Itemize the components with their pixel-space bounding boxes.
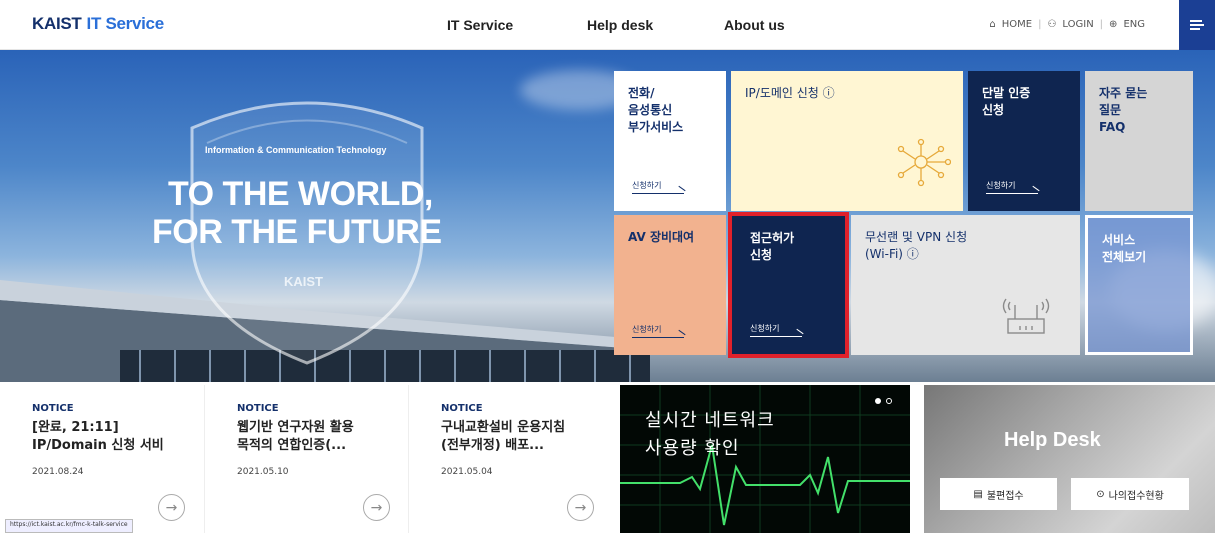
logo-kaist: KAIST <box>32 14 82 33</box>
notice-label: NOTICE <box>441 403 483 414</box>
notice-date: 2021.08.24 <box>32 467 84 477</box>
tile-wlan-vpn[interactable]: 무선랜 및 VPN 신청 (Wi-Fi) ⓘ <box>851 215 1080 355</box>
shield-kaist-mark: KAIST <box>284 274 323 289</box>
check-circle-icon: ⊙ <box>1096 488 1105 500</box>
notice-label: NOTICE <box>237 403 279 414</box>
report-issue-button[interactable]: ▤ 불편접수 <box>940 478 1057 510</box>
document-icon: ▤ <box>973 488 983 500</box>
apply-link[interactable]: 신청하기 <box>750 323 804 335</box>
apply-link[interactable]: 신청하기 <box>632 324 686 336</box>
help-desk-title: Help Desk <box>1004 429 1101 451</box>
logo-it-service: IT Service <box>86 14 165 33</box>
arrow-right-icon[interactable]: → <box>363 494 390 521</box>
notice-date: 2021.05.04 <box>441 467 493 477</box>
tile-title: 접근허가 신청 <box>750 231 795 262</box>
home-link[interactable]: HOME <box>1002 19 1032 30</box>
arrow-right-icon[interactable]: → <box>567 494 594 521</box>
help-desk-banner: Help Desk ▤ 불편접수 ⊙ 나의접수현황 <box>924 385 1215 533</box>
hero-headline-line1: TO THE WORLD, <box>168 175 433 213</box>
tile-ip-domain[interactable]: IP/도메인 신청 ⓘ <box>731 71 963 211</box>
arrow-right-icon[interactable]: → <box>158 494 185 521</box>
notice-label: NOTICE <box>32 403 74 414</box>
tile-av-rental[interactable]: AV 장비대여 신청하기 <box>614 215 726 355</box>
tile-title: 무선랜 및 VPN 신청 (Wi-Fi) ⓘ <box>865 230 968 261</box>
home-icon: ⌂ <box>989 19 996 30</box>
notice-card[interactable]: NOTICE 웹기반 연구자원 활용 목적의 연합인증(... 2021.05.… <box>204 385 407 533</box>
network-title: 실시간 네트워크 사용량 확인 <box>645 410 775 459</box>
user-icon: ⚇ <box>1047 19 1057 30</box>
notice-title: 웹기반 연구자원 활용 목적의 연합인증(... <box>237 420 354 453</box>
notice-card[interactable]: NOTICE 구내교환설비 운용지침 (전부개정) 배포... 2021.05.… <box>408 385 611 533</box>
tile-faq[interactable]: 자주 묻는 질문 FAQ <box>1085 71 1193 211</box>
divider: | <box>1038 19 1042 30</box>
tile-title: 단말 인증 신청 <box>982 86 1031 117</box>
tile-access-permit[interactable]: 접근허가 신청 신청하기 <box>728 212 849 358</box>
nav-help-desk[interactable]: Help desk <box>587 17 653 33</box>
carousel-dots[interactable] <box>874 397 896 405</box>
hero-headline-line2: FOR THE FUTURE <box>152 213 442 251</box>
network-usage-banner[interactable]: 실시간 네트워크 사용량 확인 <box>620 385 910 533</box>
apply-link[interactable]: 신청하기 <box>632 180 686 192</box>
tile-phone-service[interactable]: 전화/ 음성통신 부가서비스 신청하기 <box>614 71 726 211</box>
my-requests-button[interactable]: ⊙ 나의접수현황 <box>1071 478 1189 510</box>
notice-card[interactable]: NOTICE [완료, 21:11] IP/Domain 신청 서비 2021.… <box>0 385 203 533</box>
browser-status-url: https://ict.kaist.ac.kr/fmc-k-talk-servi… <box>5 519 133 533</box>
globe-icon: ⊕ <box>1109 19 1118 30</box>
network-node-icon <box>897 138 951 187</box>
notice-title: [완료, 21:11] IP/Domain 신청 서비 <box>32 420 164 453</box>
nav-about-us[interactable]: About us <box>724 17 785 33</box>
tile-title: AV 장비대여 <box>628 230 695 244</box>
apply-link[interactable]: 신청하기 <box>986 180 1040 192</box>
language-link[interactable]: ENG <box>1123 19 1145 30</box>
tile-title: IP/도메인 신청 ⓘ <box>745 86 835 100</box>
tile-device-auth[interactable]: 단말 인증 신청 신청하기 <box>968 71 1080 211</box>
tile-title: 서비스 전체보기 <box>1102 233 1147 264</box>
tile-all-services[interactable]: 서비스 전체보기 <box>1085 215 1193 355</box>
notice-title: 구내교환설비 운용지침 (전부개정) 배포... <box>441 420 566 453</box>
tile-title: 자주 묻는 질문 FAQ <box>1099 86 1148 134</box>
notice-date: 2021.05.10 <box>237 467 289 477</box>
hero-tagline: Information & Communication Technology <box>205 145 387 155</box>
wifi-router-icon <box>1002 298 1050 334</box>
hamburger-icon <box>1190 20 1204 30</box>
nav-it-service[interactable]: IT Service <box>447 17 513 33</box>
login-link[interactable]: LOGIN <box>1062 19 1093 30</box>
site-logo[interactable]: KAIST IT Service <box>32 14 164 34</box>
divider: | <box>1099 19 1104 30</box>
menu-button[interactable] <box>1179 0 1215 50</box>
utility-links: ⌂ HOME | ⚇ LOGIN | ⊕ ENG <box>989 19 1145 30</box>
site-header: KAIST IT Service IT Service Help desk Abo… <box>0 0 1215 50</box>
tile-title: 전화/ 음성통신 부가서비스 <box>628 86 684 134</box>
